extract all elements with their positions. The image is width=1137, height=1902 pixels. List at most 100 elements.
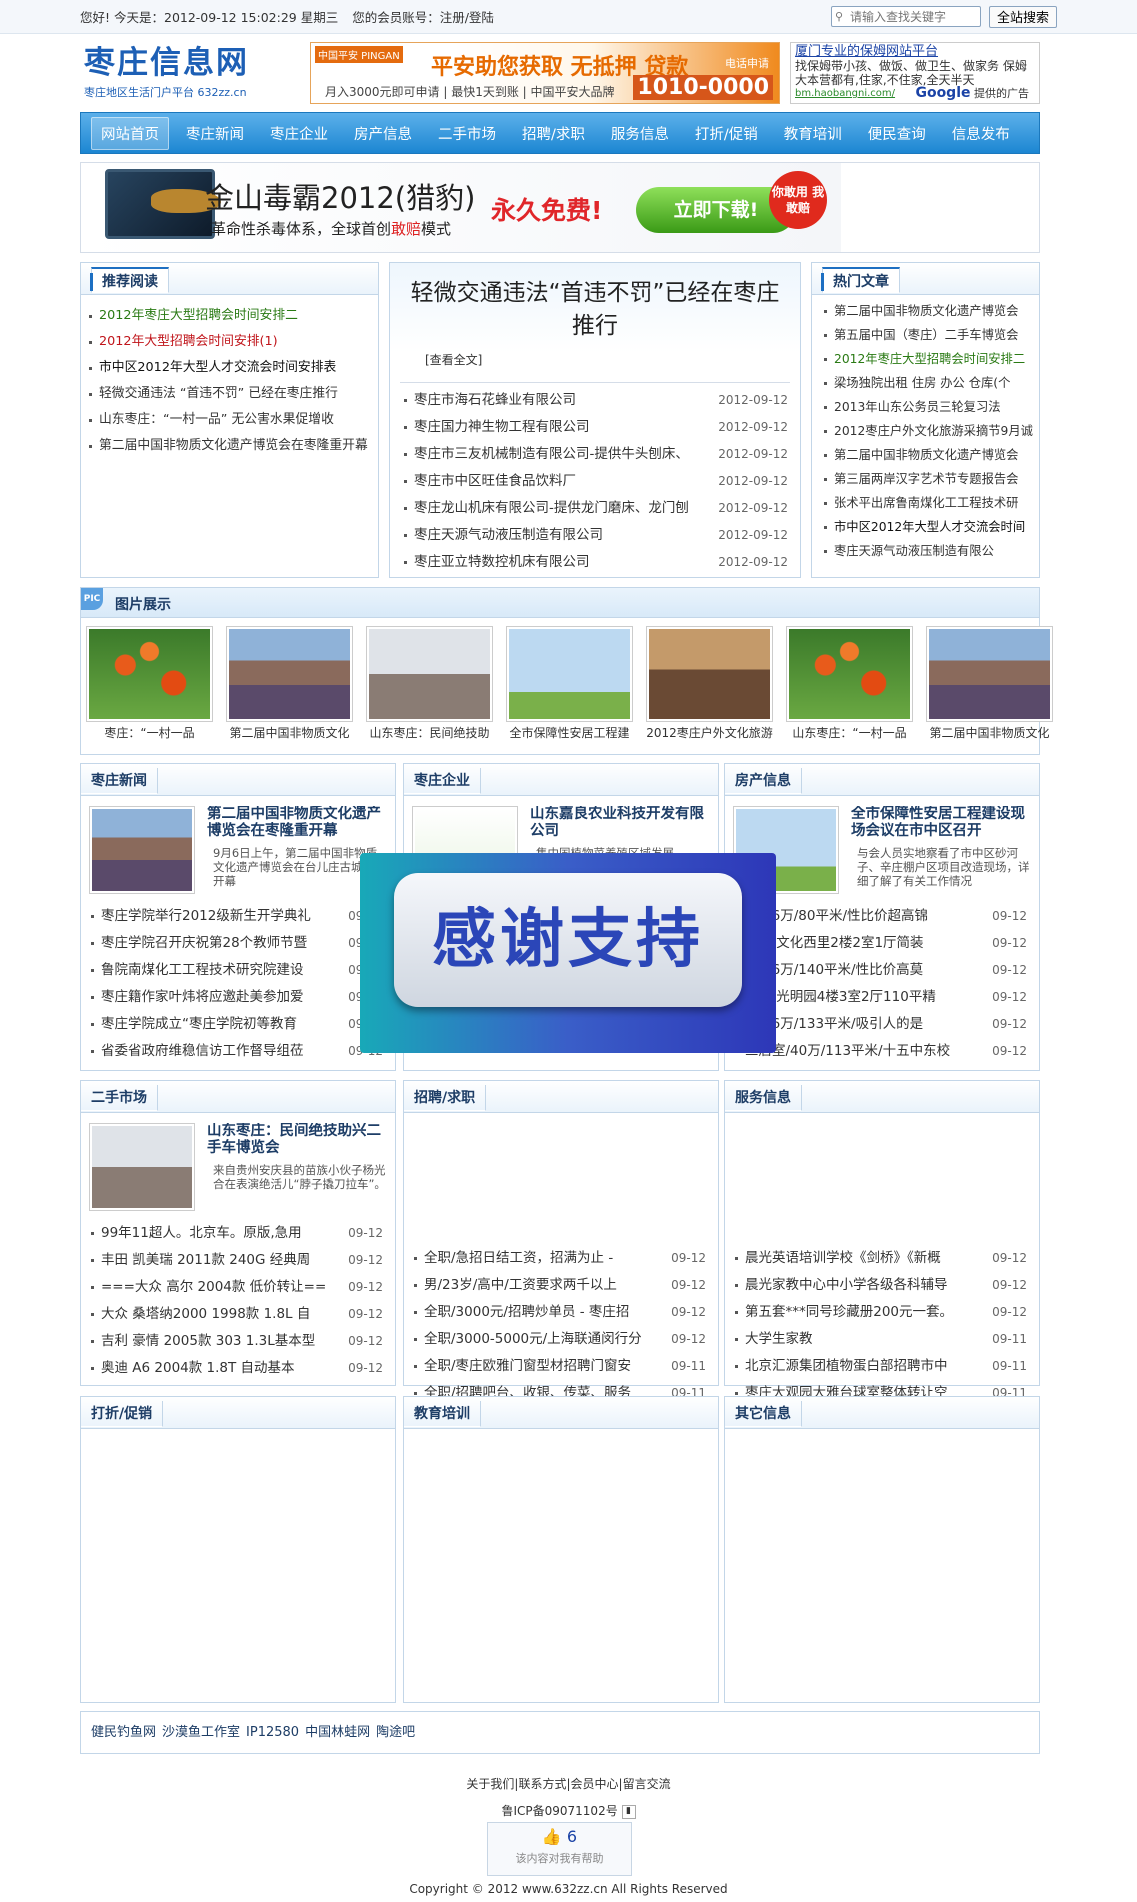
picture-item[interactable]: 第二届中国非物质文化 [926,626,1053,744]
picture-item[interactable]: 第二届中国非物质文化 [226,626,353,744]
picture-caption[interactable]: 枣庄：“一村一品 [86,722,213,744]
list-item[interactable]: 山东枣庄：“一村一品” 无公害水果促增收 [81,407,378,433]
list-item[interactable]: 枣庄籍作家叶炜将应邀赴美参加爱09-12 [81,984,395,1011]
list-item[interactable]: 晨光家教中心中小学各级各科辅导 09-12 [725,1272,1039,1299]
list-item[interactable]: 第二届中国非物质文化遗产博览会在枣隆重开幕 [81,433,378,459]
list-item[interactable]: 枣庄学院召开庆祝第28个教师节暨09-12 [81,930,395,957]
list-item[interactable]: 全职/急招日结工资，招满为止 - 09-12 [404,1245,718,1272]
list-item-title[interactable]: 第二届中国非物质文化遗产博览会 [834,304,1018,318]
list-item-title[interactable]: 第三届两岸汉字艺术节专题报告会 [834,472,1018,486]
nav-item[interactable]: 枣庄企业 [261,118,337,149]
list-item-title[interactable]: 枣庄学院成立“枣庄学院初等教育 [101,1016,297,1032]
list-item-title[interactable]: 枣庄国力神生物工程有限公司 [414,419,590,435]
list-item[interactable]: ===大众 高尔 2004款 低价转让== 09-12 [81,1274,395,1301]
list-item-title[interactable]: 省委省政府维稳信访工作督导组莅 [101,1043,304,1059]
list-item-title[interactable]: 99年11超人。北京车。原版,急用 [101,1225,302,1241]
list-item[interactable]: 男/23岁/高中/工资要求两千以上 09-12 [404,1272,718,1299]
picture-item[interactable]: 山东枣庄：“一村一品 [786,626,913,744]
picture-item[interactable]: 全市保障性安居工程建 [506,626,633,744]
nav-item[interactable]: 服务信息 [602,118,678,149]
list-item-title[interactable]: ===大众 高尔 2004款 低价转让== [101,1279,326,1295]
list-item[interactable]: 2012枣庄户外文化旅游采摘节9月诚 [812,419,1039,443]
picture-caption[interactable]: 山东枣庄：“一村一品 [786,722,913,744]
picture-caption[interactable]: 第二届中国非物质文化 [926,722,1053,744]
picture-image[interactable] [86,626,213,722]
list-item-title[interactable]: 2012年枣庄大型招聘会时间安排二 [834,352,1025,366]
list-item[interactable]: 吉利 豪情 2005款 303 1.3L基本型 09-12 [81,1328,395,1355]
news-lead-image[interactable] [89,806,195,894]
list-item-title[interactable]: 枣庄市中区旺佳食品饮料厂 [414,473,576,489]
list-item[interactable]: 枣庄天源气动液压制造有限公司 2012-09-12 [390,522,800,549]
list-item-title[interactable]: 北京汇源集团植物蛋白部招聘市中 [745,1358,948,1374]
list-item[interactable]: 鲁院南煤化工工程技术研究院建设09-12 [81,957,395,984]
list-item-title[interactable]: 丰田 凯美瑞 2011款 240G 经典周 [101,1252,310,1268]
list-item-title[interactable]: 晨光英语培训学校《剑桥》《新概 [745,1250,941,1266]
nav-item[interactable]: 房产信息 [345,118,421,149]
enterprise-lead-title[interactable]: 山东嘉良农业科技开发有限公司 [530,806,710,840]
list-item[interactable]: 奥迪 A6 2004款 1.8T 自动基本 09-12 [81,1355,395,1382]
news-lead-title[interactable]: 第二届中国非物质文化遗产博览会在枣隆重开幕 [207,806,387,840]
list-item[interactable]: 省委省政府维稳信访工作督导组莅09-12 [81,1038,395,1065]
nav-item[interactable]: 打折/促销 [686,118,767,149]
list-item-title[interactable]: 奥迪 A6 2004款 1.8T 自动基本 [101,1360,295,1376]
list-item-title[interactable]: 市中区2012年大型人才交流会时间安排表 [99,360,336,375]
nav-item[interactable]: 招聘/求职 [513,118,594,149]
list-item[interactable]: 全职/枣庄欧雅门窗型材招聘门窗安 09-11 [404,1353,718,1380]
list-item[interactable]: 全职/3000-5000元/上海联通闵行分 09-12 [404,1326,718,1353]
account-link[interactable]: 您的会员账号：注册/登陆 [352,7,494,26]
list-item[interactable]: 2012年枣庄大型招聘会时间安排二 [81,303,378,329]
list-item[interactable]: 枣庄市三友机械制造有限公司-提供牛头刨床、 2012-09-12 [390,441,800,468]
picture-caption[interactable]: 山东枣庄：民间绝技助 [366,722,493,744]
nav-item[interactable]: 枣庄新闻 [177,118,253,149]
nav-item[interactable]: 网站首页 [91,116,169,150]
used-lead-title[interactable]: 山东枣庄：民间绝技助兴二手车博览会 [207,1123,387,1157]
search-button[interactable]: 全站搜索 [988,5,1057,28]
nav-item[interactable]: 二手市场 [429,118,505,149]
search-input[interactable] [830,6,981,27]
list-item-title[interactable]: 枣庄天源气动液压制造有限公 [834,544,994,558]
picture-image[interactable] [366,626,493,722]
list-item[interactable]: 第二届中国非物质文化遗产博览会 [812,299,1039,323]
list-item-title[interactable]: 枣庄市海石花蜂业有限公司 [414,392,576,408]
stats-icon[interactable]: ▮ [621,1804,636,1819]
list-item[interactable]: 张术平出席鲁南煤化工工程技术研 [812,491,1039,515]
list-item[interactable]: 北京汇源集团植物蛋白部招聘市中 09-11 [725,1353,1039,1380]
list-item[interactable]: 枣庄学院成立“枣庄学院初等教育09-12 [81,1011,395,1038]
picture-image[interactable] [226,626,353,722]
google-ad-title[interactable]: 厦门专业的保姆网站平台 [795,45,1035,59]
picture-item[interactable]: 枣庄：“一村一品 [86,626,213,744]
list-item[interactable]: 市中区2012年大型人才交流会时间 [812,515,1039,539]
used-lead[interactable]: 山东枣庄：民间绝技助兴二手车博览会 来自贵州安庆县的苗族小伙子杨光合在表演绝活儿“… [81,1113,395,1220]
list-item-title[interactable]: 枣庄学院召开庆祝第28个教师节暨 [101,935,307,951]
picture-caption[interactable]: 全市保障性安居工程建 [506,722,633,744]
list-item-title[interactable]: 第五届中国（枣庄）二手车博览会 [834,328,1018,342]
featured-title[interactable]: 轻微交通违法“首违不罚”已经在枣庄推行 [390,263,800,343]
list-item-title[interactable]: 枣庄亚立特数控机床有限公司 [414,554,590,570]
pingan-ad[interactable]: 中国平安 PINGAN 平安助您获取 无抵押 贷款 月入3000元即可申请 | … [310,42,780,104]
list-item[interactable]: 枣庄国力神生物工程有限公司 2012-09-12 [390,414,800,441]
list-item-title[interactable]: 全职/急招日结工资，招满为止 - [424,1250,613,1266]
picture-image[interactable] [786,626,913,722]
icp-number[interactable]: 鲁ICP备09071102号 [501,1804,617,1818]
footer-link[interactable]: 关于我们 [466,1777,514,1791]
picture-image[interactable] [646,626,773,722]
picture-caption[interactable]: 第二届中国非物质文化 [226,722,353,744]
list-item[interactable]: 枣庄市海石花蜂业有限公司 2012-09-12 [390,387,800,414]
list-item-title[interactable]: 2013年山东公务员三轮复习法 [834,400,1001,414]
footer-link[interactable]: 会员中心 [571,1777,619,1791]
picture-item[interactable]: 山东枣庄：民间绝技助 [366,626,493,744]
list-item-title[interactable]: 吉利 豪情 2005款 303 1.3L基本型 [101,1333,315,1349]
list-item-title[interactable]: 枣庄籍作家叶炜将应邀赴美参加爱 [101,989,304,1005]
list-item[interactable]: 第五届中国（枣庄）二手车博览会 [812,323,1039,347]
list-item[interactable]: 2012年大型招聘会时间安排(1) [81,329,378,355]
list-item-title[interactable]: 全职/枣庄欧雅门窗型材招聘门窗安 [424,1358,631,1374]
list-item[interactable]: 第二届中国非物质文化遗产博览会 [812,443,1039,467]
list-item[interactable]: 2012年枣庄大型招聘会时间安排二 [812,347,1039,371]
picture-image[interactable] [506,626,633,722]
list-item[interactable]: 轻微交通违法 “首违不罚” 已经在枣庄推行 [81,381,378,407]
list-item[interactable]: 枣庄亚立特数控机床有限公司 2012-09-12 [390,549,800,576]
list-item[interactable]: 丰田 凯美瑞 2011款 240G 经典周 09-12 [81,1247,395,1274]
list-item-title[interactable]: 第二届中国非物质文化遗产博览会在枣隆重开幕 [99,438,368,453]
list-item-title[interactable]: 2012年枣庄大型招聘会时间安排二 [99,308,298,323]
house-lead-title[interactable]: 全市保障性安居工程建设现场会议在市中区召开 [851,806,1031,840]
